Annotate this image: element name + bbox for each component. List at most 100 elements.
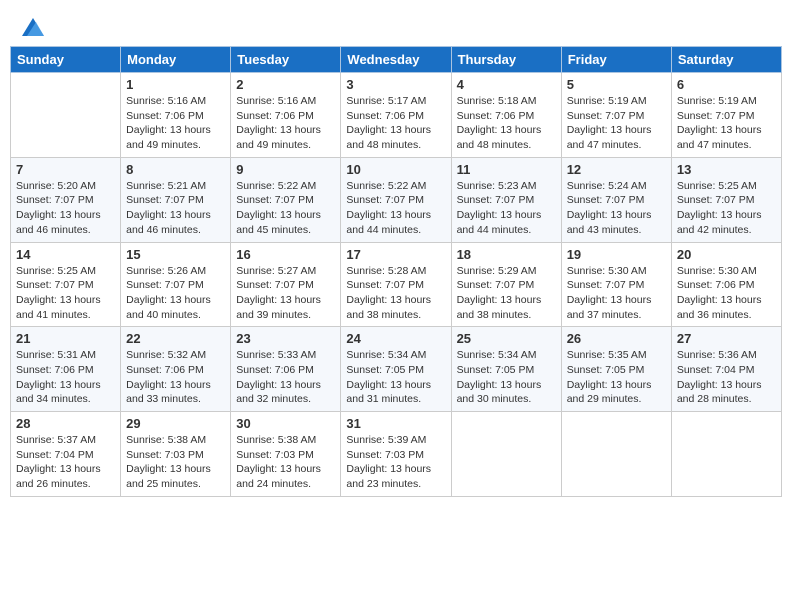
calendar-cell: [561, 412, 671, 497]
col-header-thursday: Thursday: [451, 47, 561, 73]
col-header-friday: Friday: [561, 47, 671, 73]
calendar-cell: 8 Sunrise: 5:21 AM Sunset: 7:07 PM Daylig…: [121, 157, 231, 242]
day-number: 7: [16, 162, 115, 177]
day-info: Sunrise: 5:31 AM Sunset: 7:06 PM Dayligh…: [16, 348, 115, 407]
day-info: Sunrise: 5:38 AM Sunset: 7:03 PM Dayligh…: [126, 433, 225, 492]
day-number: 3: [346, 77, 445, 92]
day-info: Sunrise: 5:21 AM Sunset: 7:07 PM Dayligh…: [126, 179, 225, 238]
calendar-cell: 23Sunrise: 5:33 AM Sunset: 7:06 PM Dayli…: [231, 327, 341, 412]
day-number: 18: [457, 247, 556, 262]
day-number: 5: [567, 77, 666, 92]
day-info: Sunrise: 5:18 AM Sunset: 7:06 PM Dayligh…: [457, 94, 556, 153]
day-info: Sunrise: 5:20 AM Sunset: 7:07 PM Dayligh…: [16, 179, 115, 238]
day-number: 29: [126, 416, 225, 431]
calendar-cell: 6 Sunrise: 5:19 AM Sunset: 7:07 PM Daylig…: [671, 73, 781, 158]
calendar-cell: 22Sunrise: 5:32 AM Sunset: 7:06 PM Dayli…: [121, 327, 231, 412]
day-number: 19: [567, 247, 666, 262]
calendar-cell: [671, 412, 781, 497]
calendar-header-row: SundayMondayTuesdayWednesdayThursdayFrid…: [11, 47, 782, 73]
calendar-cell: 7 Sunrise: 5:20 AM Sunset: 7:07 PM Daylig…: [11, 157, 121, 242]
day-info: Sunrise: 5:19 AM Sunset: 7:07 PM Dayligh…: [567, 94, 666, 153]
col-header-monday: Monday: [121, 47, 231, 73]
logo-icon: [22, 18, 44, 36]
day-info: Sunrise: 5:37 AM Sunset: 7:04 PM Dayligh…: [16, 433, 115, 492]
day-number: 27: [677, 331, 776, 346]
day-number: 30: [236, 416, 335, 431]
day-info: Sunrise: 5:17 AM Sunset: 7:06 PM Dayligh…: [346, 94, 445, 153]
day-number: 4: [457, 77, 556, 92]
col-header-saturday: Saturday: [671, 47, 781, 73]
calendar-cell: 14 Sunrise: 5:25 AM Sunset: 7:07 PM Dayli…: [11, 242, 121, 327]
calendar-cell: 27 Sunrise: 5:36 AM Sunset: 7:04 PM Dayli…: [671, 327, 781, 412]
day-info: Sunrise: 5:28 AM Sunset: 7:07 PM Dayligh…: [346, 264, 445, 323]
day-info: Sunrise: 5:33 AM Sunset: 7:06 PM Dayligh…: [236, 348, 335, 407]
day-number: 17: [346, 247, 445, 262]
day-number: 24: [346, 331, 445, 346]
day-number: 25: [457, 331, 556, 346]
calendar-table: SundayMondayTuesdayWednesdayThursdayFrid…: [10, 46, 782, 497]
day-number: 10: [346, 162, 445, 177]
day-number: 28: [16, 416, 115, 431]
calendar-week-2: 7 Sunrise: 5:20 AM Sunset: 7:07 PM Daylig…: [11, 157, 782, 242]
day-info: Sunrise: 5:38 AM Sunset: 7:03 PM Dayligh…: [236, 433, 335, 492]
day-number: 11: [457, 162, 556, 177]
day-info: Sunrise: 5:27 AM Sunset: 7:07 PM Dayligh…: [236, 264, 335, 323]
calendar-cell: 12 Sunrise: 5:24 AM Sunset: 7:07 PM Dayli…: [561, 157, 671, 242]
day-number: 16: [236, 247, 335, 262]
calendar-cell: 31Sunrise: 5:39 AM Sunset: 7:03 PM Dayli…: [341, 412, 451, 497]
calendar-cell: 24 Sunrise: 5:34 AM Sunset: 7:05 PM Dayli…: [341, 327, 451, 412]
day-number: 21: [16, 331, 115, 346]
day-number: 1: [126, 77, 225, 92]
day-number: 9: [236, 162, 335, 177]
calendar-cell: 30 Sunrise: 5:38 AM Sunset: 7:03 PM Dayli…: [231, 412, 341, 497]
calendar-cell: 26 Sunrise: 5:35 AM Sunset: 7:05 PM Dayli…: [561, 327, 671, 412]
logo: [20, 18, 44, 36]
day-info: Sunrise: 5:35 AM Sunset: 7:05 PM Dayligh…: [567, 348, 666, 407]
calendar-cell: [11, 73, 121, 158]
calendar-cell: 28 Sunrise: 5:37 AM Sunset: 7:04 PM Dayli…: [11, 412, 121, 497]
day-info: Sunrise: 5:22 AM Sunset: 7:07 PM Dayligh…: [236, 179, 335, 238]
day-info: Sunrise: 5:25 AM Sunset: 7:07 PM Dayligh…: [16, 264, 115, 323]
calendar-cell: 9 Sunrise: 5:22 AM Sunset: 7:07 PM Daylig…: [231, 157, 341, 242]
calendar-week-4: 21 Sunrise: 5:31 AM Sunset: 7:06 PM Dayli…: [11, 327, 782, 412]
day-info: Sunrise: 5:24 AM Sunset: 7:07 PM Dayligh…: [567, 179, 666, 238]
day-info: Sunrise: 5:23 AM Sunset: 7:07 PM Dayligh…: [457, 179, 556, 238]
day-info: Sunrise: 5:25 AM Sunset: 7:07 PM Dayligh…: [677, 179, 776, 238]
col-header-sunday: Sunday: [11, 47, 121, 73]
day-number: 12: [567, 162, 666, 177]
day-number: 26: [567, 331, 666, 346]
calendar-week-1: 1 Sunrise: 5:16 AM Sunset: 7:06 PM Daylig…: [11, 73, 782, 158]
day-number: 14: [16, 247, 115, 262]
day-info: Sunrise: 5:19 AM Sunset: 7:07 PM Dayligh…: [677, 94, 776, 153]
day-number: 20: [677, 247, 776, 262]
day-info: Sunrise: 5:36 AM Sunset: 7:04 PM Dayligh…: [677, 348, 776, 407]
calendar-cell: 15Sunrise: 5:26 AM Sunset: 7:07 PM Dayli…: [121, 242, 231, 327]
calendar-cell: 20Sunrise: 5:30 AM Sunset: 7:06 PM Dayli…: [671, 242, 781, 327]
day-info: Sunrise: 5:29 AM Sunset: 7:07 PM Dayligh…: [457, 264, 556, 323]
calendar-week-3: 14 Sunrise: 5:25 AM Sunset: 7:07 PM Dayli…: [11, 242, 782, 327]
day-number: 6: [677, 77, 776, 92]
calendar-cell: 21 Sunrise: 5:31 AM Sunset: 7:06 PM Dayli…: [11, 327, 121, 412]
calendar-cell: 17 Sunrise: 5:28 AM Sunset: 7:07 PM Dayli…: [341, 242, 451, 327]
calendar-cell: 25 Sunrise: 5:34 AM Sunset: 7:05 PM Dayli…: [451, 327, 561, 412]
col-header-tuesday: Tuesday: [231, 47, 341, 73]
day-info: Sunrise: 5:16 AM Sunset: 7:06 PM Dayligh…: [236, 94, 335, 153]
calendar-cell: 16 Sunrise: 5:27 AM Sunset: 7:07 PM Dayli…: [231, 242, 341, 327]
calendar-week-5: 28 Sunrise: 5:37 AM Sunset: 7:04 PM Dayli…: [11, 412, 782, 497]
day-info: Sunrise: 5:32 AM Sunset: 7:06 PM Dayligh…: [126, 348, 225, 407]
day-number: 15: [126, 247, 225, 262]
calendar-cell: 1 Sunrise: 5:16 AM Sunset: 7:06 PM Daylig…: [121, 73, 231, 158]
day-number: 31: [346, 416, 445, 431]
day-number: 8: [126, 162, 225, 177]
day-number: 13: [677, 162, 776, 177]
calendar-cell: 3 Sunrise: 5:17 AM Sunset: 7:06 PM Daylig…: [341, 73, 451, 158]
calendar-cell: 4 Sunrise: 5:18 AM Sunset: 7:06 PM Daylig…: [451, 73, 561, 158]
calendar-cell: 19Sunrise: 5:30 AM Sunset: 7:07 PM Dayli…: [561, 242, 671, 327]
calendar-cell: 11 Sunrise: 5:23 AM Sunset: 7:07 PM Dayli…: [451, 157, 561, 242]
day-info: Sunrise: 5:34 AM Sunset: 7:05 PM Dayligh…: [457, 348, 556, 407]
col-header-wednesday: Wednesday: [341, 47, 451, 73]
day-info: Sunrise: 5:34 AM Sunset: 7:05 PM Dayligh…: [346, 348, 445, 407]
day-info: Sunrise: 5:16 AM Sunset: 7:06 PM Dayligh…: [126, 94, 225, 153]
calendar-cell: 13 Sunrise: 5:25 AM Sunset: 7:07 PM Dayli…: [671, 157, 781, 242]
day-number: 2: [236, 77, 335, 92]
